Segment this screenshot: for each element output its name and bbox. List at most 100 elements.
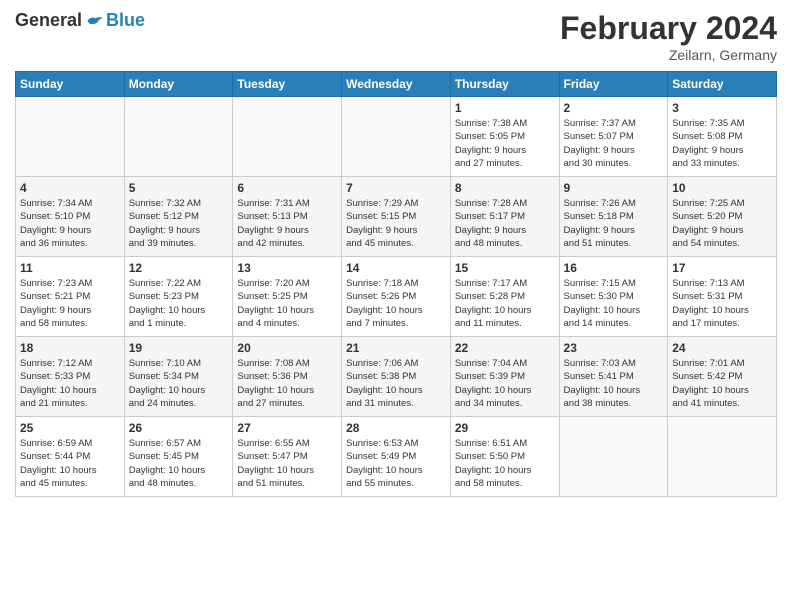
logo-general-text: General [15, 10, 82, 31]
calendar-cell: 16 Sunrise: 7:15 AM Sunset: 5:30 PM Dayli… [559, 257, 668, 337]
day-info: Sunrise: 7:18 AM Sunset: 5:26 PM Dayligh… [346, 277, 446, 330]
calendar-cell [668, 417, 777, 497]
calendar-cell: 23 Sunrise: 7:03 AM Sunset: 5:41 PM Dayli… [559, 337, 668, 417]
day-number: 1 [455, 101, 555, 115]
calendar-row-4: 25 Sunrise: 6:59 AM Sunset: 5:44 PM Dayli… [16, 417, 777, 497]
calendar-cell: 17 Sunrise: 7:13 AM Sunset: 5:31 PM Dayli… [668, 257, 777, 337]
day-info: Sunrise: 7:26 AM Sunset: 5:18 PM Dayligh… [564, 197, 664, 250]
calendar-cell [16, 97, 125, 177]
day-info: Sunrise: 7:23 AM Sunset: 5:21 PM Dayligh… [20, 277, 120, 330]
title-section: February 2024 Zeilarn, Germany [560, 10, 777, 63]
calendar-row-1: 4 Sunrise: 7:34 AM Sunset: 5:10 PM Daylig… [16, 177, 777, 257]
day-info: Sunrise: 6:53 AM Sunset: 5:49 PM Dayligh… [346, 437, 446, 490]
day-info: Sunrise: 7:22 AM Sunset: 5:23 PM Dayligh… [129, 277, 229, 330]
calendar-cell: 19 Sunrise: 7:10 AM Sunset: 5:34 PM Dayli… [124, 337, 233, 417]
logo-bird-icon [84, 13, 104, 29]
day-number: 13 [237, 261, 337, 275]
day-info: Sunrise: 7:37 AM Sunset: 5:07 PM Dayligh… [564, 117, 664, 170]
day-number: 7 [346, 181, 446, 195]
col-header-monday: Monday [124, 72, 233, 97]
day-number: 9 [564, 181, 664, 195]
day-number: 16 [564, 261, 664, 275]
calendar-cell: 1 Sunrise: 7:38 AM Sunset: 5:05 PM Daylig… [450, 97, 559, 177]
day-info: Sunrise: 7:32 AM Sunset: 5:12 PM Dayligh… [129, 197, 229, 250]
calendar-cell: 20 Sunrise: 7:08 AM Sunset: 5:36 PM Dayli… [233, 337, 342, 417]
day-info: Sunrise: 6:57 AM Sunset: 5:45 PM Dayligh… [129, 437, 229, 490]
logo-blue-text: Blue [106, 10, 145, 31]
calendar-cell: 14 Sunrise: 7:18 AM Sunset: 5:26 PM Dayli… [342, 257, 451, 337]
day-number: 22 [455, 341, 555, 355]
calendar-cell: 13 Sunrise: 7:20 AM Sunset: 5:25 PM Dayli… [233, 257, 342, 337]
day-number: 17 [672, 261, 772, 275]
calendar-cell: 9 Sunrise: 7:26 AM Sunset: 5:18 PM Daylig… [559, 177, 668, 257]
day-info: Sunrise: 7:15 AM Sunset: 5:30 PM Dayligh… [564, 277, 664, 330]
calendar-cell: 26 Sunrise: 6:57 AM Sunset: 5:45 PM Dayli… [124, 417, 233, 497]
day-number: 15 [455, 261, 555, 275]
calendar-cell [559, 417, 668, 497]
day-info: Sunrise: 7:25 AM Sunset: 5:20 PM Dayligh… [672, 197, 772, 250]
day-info: Sunrise: 7:28 AM Sunset: 5:17 PM Dayligh… [455, 197, 555, 250]
day-info: Sunrise: 7:34 AM Sunset: 5:10 PM Dayligh… [20, 197, 120, 250]
calendar-row-0: 1 Sunrise: 7:38 AM Sunset: 5:05 PM Daylig… [16, 97, 777, 177]
calendar-cell [342, 97, 451, 177]
calendar-body: 1 Sunrise: 7:38 AM Sunset: 5:05 PM Daylig… [16, 97, 777, 497]
day-number: 14 [346, 261, 446, 275]
day-info: Sunrise: 7:13 AM Sunset: 5:31 PM Dayligh… [672, 277, 772, 330]
day-info: Sunrise: 7:12 AM Sunset: 5:33 PM Dayligh… [20, 357, 120, 410]
day-info: Sunrise: 7:03 AM Sunset: 5:41 PM Dayligh… [564, 357, 664, 410]
day-info: Sunrise: 7:35 AM Sunset: 5:08 PM Dayligh… [672, 117, 772, 170]
calendar-cell: 18 Sunrise: 7:12 AM Sunset: 5:33 PM Dayli… [16, 337, 125, 417]
col-header-tuesday: Tuesday [233, 72, 342, 97]
calendar-row-2: 11 Sunrise: 7:23 AM Sunset: 5:21 PM Dayli… [16, 257, 777, 337]
day-number: 8 [455, 181, 555, 195]
calendar-cell: 21 Sunrise: 7:06 AM Sunset: 5:38 PM Dayli… [342, 337, 451, 417]
day-info: Sunrise: 6:59 AM Sunset: 5:44 PM Dayligh… [20, 437, 120, 490]
calendar-title: February 2024 [560, 10, 777, 47]
calendar-cell: 12 Sunrise: 7:22 AM Sunset: 5:23 PM Dayli… [124, 257, 233, 337]
day-number: 25 [20, 421, 120, 435]
day-info: Sunrise: 7:29 AM Sunset: 5:15 PM Dayligh… [346, 197, 446, 250]
col-header-saturday: Saturday [668, 72, 777, 97]
calendar-cell [124, 97, 233, 177]
calendar-cell: 24Sunrise: 7:01 AM Sunset: 5:42 PM Dayli… [668, 337, 777, 417]
calendar-cell: 10Sunrise: 7:25 AM Sunset: 5:20 PM Dayli… [668, 177, 777, 257]
calendar-row-3: 18 Sunrise: 7:12 AM Sunset: 5:33 PM Dayli… [16, 337, 777, 417]
day-info: Sunrise: 7:38 AM Sunset: 5:05 PM Dayligh… [455, 117, 555, 170]
calendar-cell: 3Sunrise: 7:35 AM Sunset: 5:08 PM Daylig… [668, 97, 777, 177]
day-number: 4 [20, 181, 120, 195]
day-number: 23 [564, 341, 664, 355]
day-number: 18 [20, 341, 120, 355]
calendar-cell: 5 Sunrise: 7:32 AM Sunset: 5:12 PM Daylig… [124, 177, 233, 257]
day-number: 28 [346, 421, 446, 435]
calendar-header-row: SundayMondayTuesdayWednesdayThursdayFrid… [16, 72, 777, 97]
logo: General Blue [15, 10, 145, 31]
day-number: 2 [564, 101, 664, 115]
day-info: Sunrise: 7:04 AM Sunset: 5:39 PM Dayligh… [455, 357, 555, 410]
day-info: Sunrise: 7:10 AM Sunset: 5:34 PM Dayligh… [129, 357, 229, 410]
day-number: 24 [672, 341, 772, 355]
day-info: Sunrise: 7:31 AM Sunset: 5:13 PM Dayligh… [237, 197, 337, 250]
day-info: Sunrise: 7:20 AM Sunset: 5:25 PM Dayligh… [237, 277, 337, 330]
calendar-cell: 6 Sunrise: 7:31 AM Sunset: 5:13 PM Daylig… [233, 177, 342, 257]
day-number: 11 [20, 261, 120, 275]
day-number: 6 [237, 181, 337, 195]
day-number: 19 [129, 341, 229, 355]
day-number: 20 [237, 341, 337, 355]
day-number: 5 [129, 181, 229, 195]
calendar-cell: 4 Sunrise: 7:34 AM Sunset: 5:10 PM Daylig… [16, 177, 125, 257]
day-info: Sunrise: 7:08 AM Sunset: 5:36 PM Dayligh… [237, 357, 337, 410]
day-info: Sunrise: 6:51 AM Sunset: 5:50 PM Dayligh… [455, 437, 555, 490]
calendar-cell [233, 97, 342, 177]
calendar-cell: 25 Sunrise: 6:59 AM Sunset: 5:44 PM Dayli… [16, 417, 125, 497]
page-header: General Blue February 2024 Zeilarn, Germ… [15, 10, 777, 63]
calendar-cell: 2 Sunrise: 7:37 AM Sunset: 5:07 PM Daylig… [559, 97, 668, 177]
day-number: 21 [346, 341, 446, 355]
calendar-cell: 27Sunrise: 6:55 AM Sunset: 5:47 PM Dayli… [233, 417, 342, 497]
day-info: Sunrise: 7:17 AM Sunset: 5:28 PM Dayligh… [455, 277, 555, 330]
day-number: 26 [129, 421, 229, 435]
day-number: 12 [129, 261, 229, 275]
calendar-cell: 28 Sunrise: 6:53 AM Sunset: 5:49 PM Dayli… [342, 417, 451, 497]
calendar-cell: 8 Sunrise: 7:28 AM Sunset: 5:17 PM Daylig… [450, 177, 559, 257]
day-info: Sunrise: 7:06 AM Sunset: 5:38 PM Dayligh… [346, 357, 446, 410]
calendar-cell: 11 Sunrise: 7:23 AM Sunset: 5:21 PM Dayli… [16, 257, 125, 337]
